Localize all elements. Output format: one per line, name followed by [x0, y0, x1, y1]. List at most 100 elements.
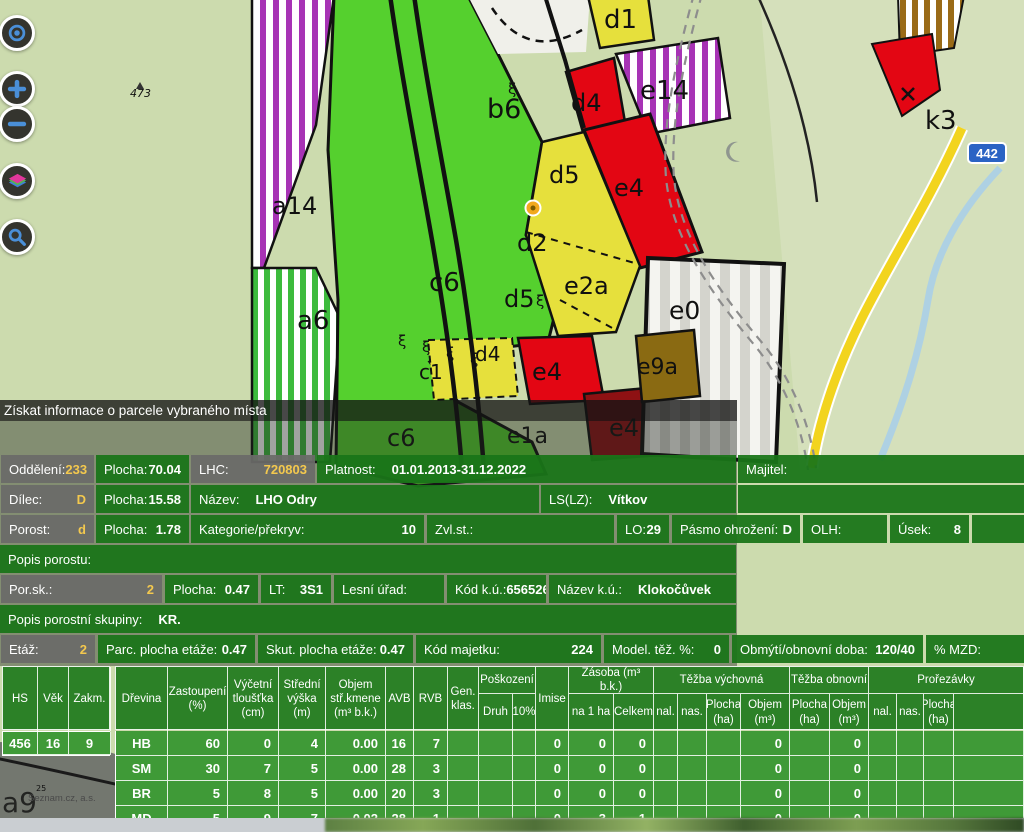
table-cell	[654, 781, 678, 806]
table-cell: HB	[116, 731, 168, 756]
table-cell	[897, 781, 924, 806]
table-cell: 7	[279, 806, 326, 818]
table-cell	[448, 731, 479, 756]
map-label: 25	[36, 784, 46, 793]
table-header-group: Těžba obnovní	[790, 667, 869, 694]
table-row: BR 5 8 5 0.00 20 3 0 0 0 0 0	[116, 781, 1024, 806]
table-cell	[479, 756, 513, 781]
map-label: d4	[475, 342, 500, 366]
field-nazev-ku: Název k.ú.:Klokočůvek	[549, 575, 736, 603]
field-plocha-porsk: Plocha:0.47	[165, 575, 258, 603]
map-label: d5	[504, 285, 535, 313]
panorama-preview[interactable]	[325, 818, 1024, 832]
table-cell: 0	[536, 781, 569, 806]
field-oddeleni: Oddělení:233	[1, 455, 94, 483]
table-cell	[954, 731, 1024, 756]
table-header: Dřevina Zastoupení (%) Výčetní tloušťka …	[115, 666, 1024, 730]
table-cell	[790, 781, 830, 806]
layers-button[interactable]	[0, 163, 35, 199]
map-label: e4	[614, 174, 644, 202]
table-cell	[513, 756, 536, 781]
table-cell: MD	[116, 806, 168, 818]
table-header-cell: Zastoupení (%)	[168, 667, 228, 731]
field-lhc: LHC:720803	[191, 455, 315, 483]
table-header-cell: 10%	[513, 694, 536, 731]
table-cell: 0	[614, 731, 654, 756]
table-cell: 16	[38, 732, 69, 755]
search-button[interactable]	[0, 219, 35, 255]
table-header-cell: nas.	[897, 694, 924, 731]
table-header-cell: Plocha (ha)	[924, 694, 954, 731]
map-label: d2	[517, 229, 548, 257]
table-cell	[479, 781, 513, 806]
table-cell: 0	[614, 781, 654, 806]
map-label: d4	[571, 89, 602, 117]
table-cell: 0	[569, 756, 614, 781]
table-cell: 456	[3, 732, 38, 755]
field-parc-plocha: Parc. plocha etáže:0.47	[98, 635, 255, 663]
table-cell: 0	[830, 781, 869, 806]
table-cell	[790, 731, 830, 756]
map-label: b6	[487, 94, 521, 125]
table-header-cell: RVB	[414, 667, 448, 731]
field-popis-skupiny: Popis porostní skupiny:KR.	[0, 605, 736, 633]
table-cell: 7	[414, 731, 448, 756]
table-cell: 5	[168, 781, 228, 806]
table-header-cell: Plocha (ha)	[790, 694, 830, 731]
field-majitel: Majitel:	[738, 455, 1024, 483]
field-pasmo-ohrozeni: Pásmo ohrožení:D	[672, 515, 800, 543]
search-icon	[6, 226, 28, 248]
table-cell	[954, 806, 1024, 818]
map-label: d1	[604, 5, 637, 35]
field-lt: LT:3S1	[261, 575, 331, 603]
table-cell: 0	[614, 756, 654, 781]
field-model-tez: Model. těž. %:0	[604, 635, 729, 663]
map-label: a14	[272, 192, 317, 220]
table-cell: 0	[741, 781, 790, 806]
table-cell: 9	[228, 806, 279, 818]
table-header-cell: Imise	[536, 667, 569, 731]
locate-button[interactable]	[0, 15, 35, 51]
table-header-cell: Celkem	[614, 694, 654, 731]
map-marker-icon[interactable]	[526, 201, 541, 216]
table-cell	[869, 781, 897, 806]
table-header-group: Prořezávky	[869, 667, 1024, 694]
empty-cell	[972, 515, 1024, 543]
table-header-group: Těžba výchovná	[654, 667, 790, 694]
table-header-group: Poškození	[479, 667, 536, 694]
table-cell: 0	[830, 731, 869, 756]
table-cell	[654, 731, 678, 756]
zoom-in-button[interactable]	[0, 71, 35, 107]
table-cell: 0	[741, 806, 790, 818]
table-cell	[869, 806, 897, 818]
road-sign-442: 442	[968, 143, 1006, 163]
table-cell	[869, 756, 897, 781]
table-cell	[924, 731, 954, 756]
table-left-values: 456 16 9	[2, 731, 110, 756]
field-dilec: Dílec:D	[1, 485, 94, 513]
table-cell: 0	[741, 731, 790, 756]
map-label: e4	[532, 358, 562, 386]
table-cell	[448, 806, 479, 818]
svg-text:442: 442	[976, 146, 998, 161]
table-header-cell: nal.	[654, 694, 678, 731]
table-cell: 3	[569, 806, 614, 818]
map-label: c1	[419, 360, 443, 384]
svg-text:ξ: ξ	[398, 332, 406, 350]
table-header-cell: Objem (m³)	[741, 694, 790, 731]
table-cell: 28	[386, 806, 414, 818]
map-label: c6	[429, 268, 460, 298]
zoom-out-button[interactable]	[0, 106, 35, 142]
table-header-cell: HS	[3, 667, 38, 731]
forestry-map-app: ξξξ ξξξ d1 b6 d4 e14 k3 a14 d5 e4 d2 c6 …	[0, 0, 1024, 832]
table-cell	[790, 756, 830, 781]
table-cell: 16	[386, 731, 414, 756]
table-cell: 0.00	[326, 781, 386, 806]
table-row: MD 5 9 7 0.02 28 1 0 3 1 0 0	[116, 806, 1024, 818]
table-cell: 7	[228, 756, 279, 781]
table-cell: 0.00	[326, 756, 386, 781]
table-cell	[707, 781, 741, 806]
table-cell: 0	[569, 781, 614, 806]
field-kod-ku: Kód k.ú.:656526	[447, 575, 546, 603]
field-mzd: % MZD:	[926, 635, 1024, 663]
